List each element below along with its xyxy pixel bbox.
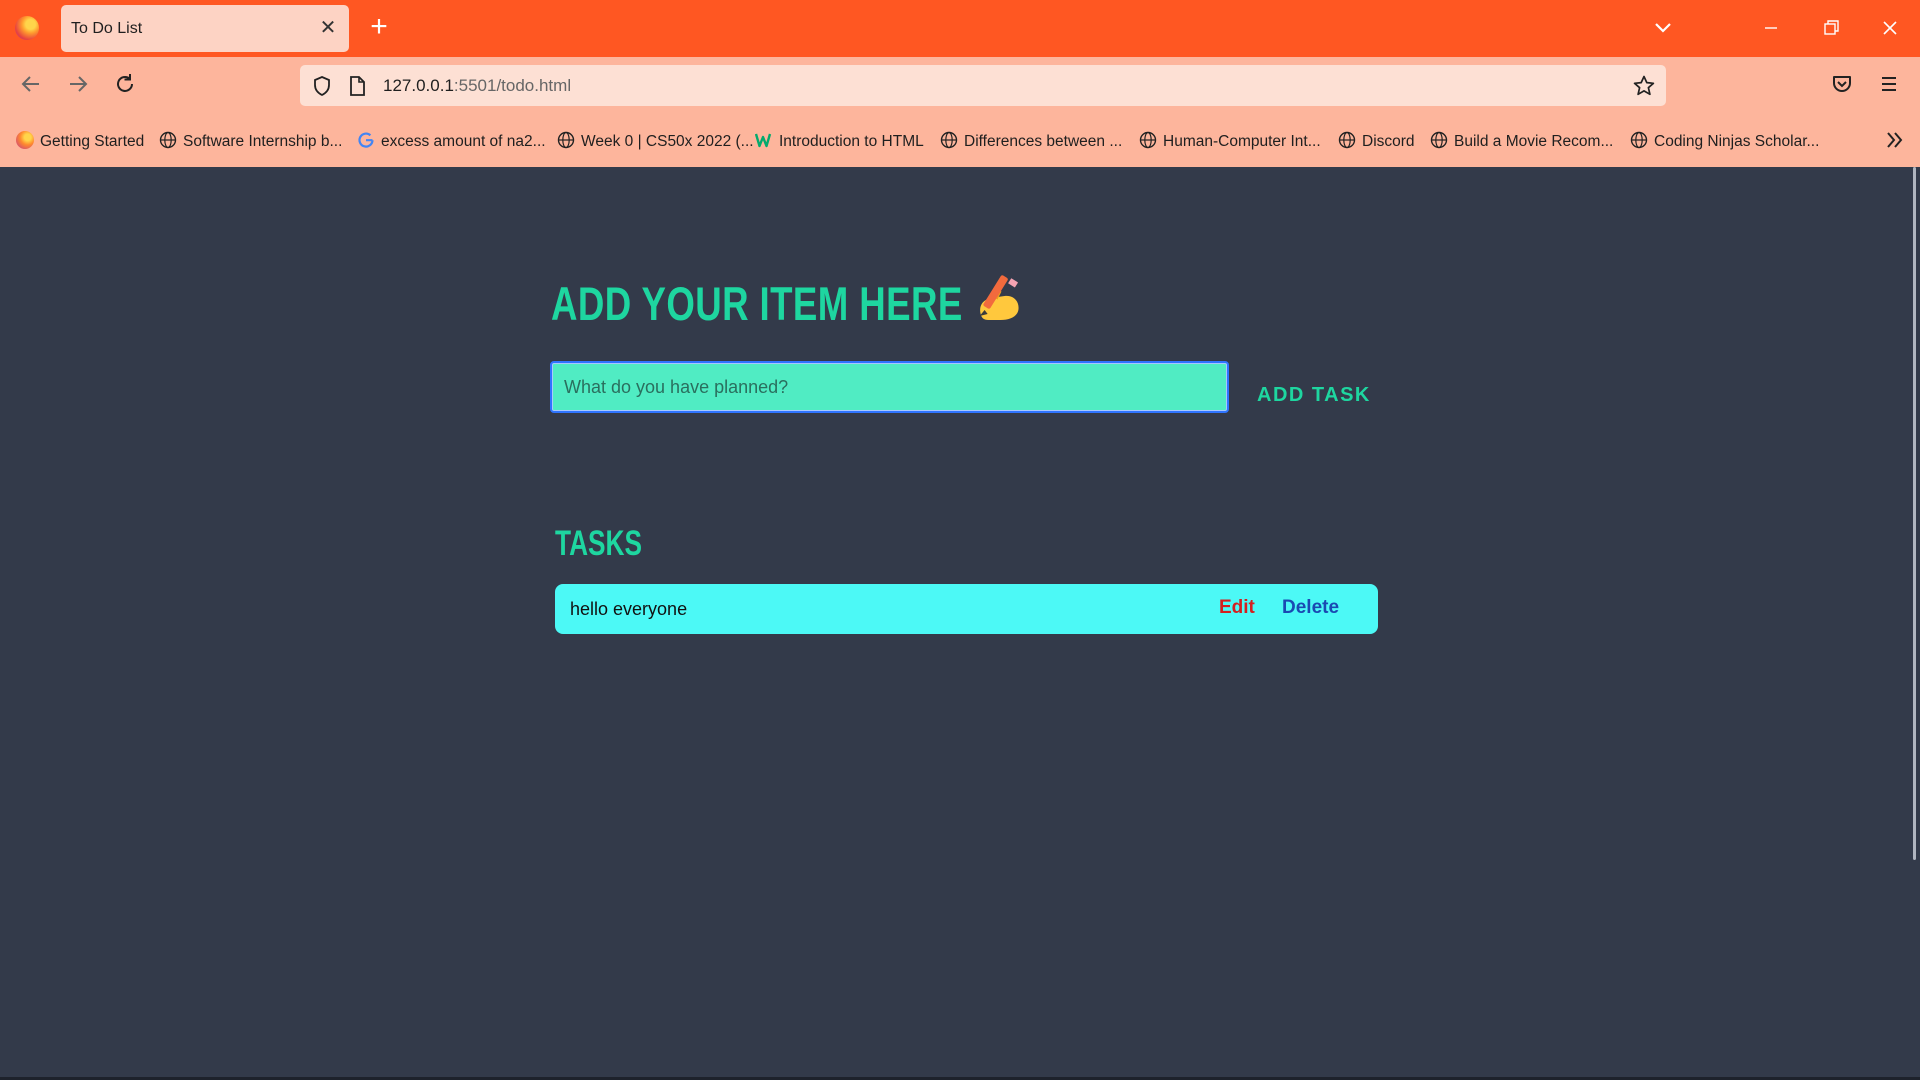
todo-page: ADD YOUR ITEM HERE ADD TASK TASKS hello …	[0, 167, 1920, 1080]
back-arrow-icon[interactable]	[16, 69, 46, 99]
tab-todo-list[interactable]: To Do List ✕	[61, 5, 349, 52]
w3schools-icon	[755, 133, 772, 148]
bookmark-item[interactable]: Getting Started	[16, 131, 144, 153]
bookmark-star-icon[interactable]	[1632, 74, 1656, 98]
globe-icon	[1630, 131, 1648, 149]
bookmark-item[interactable]: Human-Computer Int...	[1139, 131, 1321, 153]
scrollbar-thumb[interactable]	[1913, 167, 1916, 860]
bookmark-item[interactable]: Discord	[1338, 131, 1415, 153]
google-icon	[358, 132, 374, 148]
bookmarks-toolbar: Getting Started Software Internship b...…	[0, 114, 1920, 167]
globe-icon	[159, 131, 177, 149]
firefox-icon	[16, 131, 34, 149]
close-window-icon[interactable]	[1873, 12, 1907, 44]
new-tab-button[interactable]: +	[364, 12, 394, 43]
tab-close-icon[interactable]: ✕	[316, 17, 340, 41]
reload-icon[interactable]	[110, 69, 140, 99]
globe-icon	[940, 131, 958, 149]
globe-icon	[1139, 131, 1157, 149]
bookmark-item[interactable]: Software Internship b...	[159, 131, 342, 153]
list-all-tabs-chevron-icon[interactable]	[1648, 14, 1678, 42]
url-text[interactable]: 127.0.0.1:5501/todo.html	[383, 76, 571, 96]
delete-task-button[interactable]: Delete	[1282, 597, 1339, 619]
navigation-toolbar: 127.0.0.1:5501/todo.html Getting Started…	[0, 57, 1920, 167]
task-input[interactable]	[550, 361, 1229, 413]
writing-hand-icon	[979, 275, 1019, 320]
globe-icon	[557, 131, 575, 149]
bookmark-item[interactable]: Week 0 | CS50x 2022 (...	[557, 131, 754, 153]
bookmark-item[interactable]: Introduction to HTML	[755, 131, 924, 153]
bookmark-item[interactable]: Differences between ...	[940, 131, 1122, 153]
task-text: hello everyone	[570, 599, 688, 619]
url-bar[interactable]: 127.0.0.1:5501/todo.html	[300, 65, 1666, 106]
menu-hamburger-icon[interactable]	[1874, 69, 1904, 99]
page-title: ADD YOUR ITEM HERE	[551, 270, 1019, 331]
task-item: hello everyone Edit Delete	[555, 584, 1378, 634]
more-bookmarks-chevron-icon[interactable]	[1882, 127, 1908, 153]
page-info-icon[interactable]	[346, 74, 368, 98]
add-task-button[interactable]: ADD TASK	[1257, 384, 1371, 407]
tracking-shield-icon[interactable]	[310, 74, 334, 98]
pocket-icon[interactable]	[1827, 69, 1857, 99]
tab-strip: To Do List ✕ +	[0, 0, 1920, 57]
globe-icon	[1338, 131, 1356, 149]
page-scrollbar[interactable]	[1906, 167, 1920, 1080]
minimize-icon[interactable]	[1754, 12, 1788, 44]
forward-arrow-icon[interactable]	[63, 69, 93, 99]
bookmark-item[interactable]: excess amount of na2...	[357, 131, 546, 153]
globe-icon	[1430, 131, 1448, 149]
firefox-logo-icon	[15, 16, 39, 40]
tab-title: To Do List	[71, 20, 143, 37]
restore-icon[interactable]	[1814, 12, 1848, 44]
bookmark-item[interactable]: Coding Ninjas Scholar...	[1630, 131, 1819, 153]
edit-task-button[interactable]: Edit	[1219, 597, 1255, 619]
bookmark-item[interactable]: Build a Movie Recom...	[1430, 131, 1613, 153]
tasks-heading: TASKS	[555, 524, 643, 563]
